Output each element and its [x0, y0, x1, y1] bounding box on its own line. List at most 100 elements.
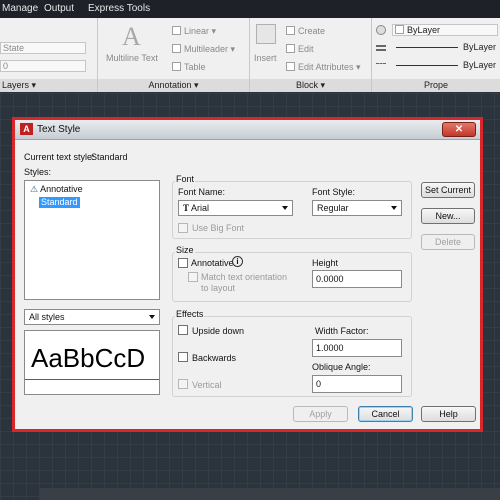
truetype-font-icon: Ƭ: [183, 203, 190, 213]
linear-button[interactable]: Linear ▾: [172, 26, 216, 37]
upside-down-label: Upside down: [192, 326, 245, 336]
delete-button[interactable]: Delete: [421, 234, 475, 250]
multileader-button[interactable]: Multileader ▾: [172, 44, 235, 55]
text-style-dialog: A Text Style ✕ Current text style: Stand…: [12, 117, 483, 432]
annotation-panel-title[interactable]: Annotation ▾: [98, 79, 249, 92]
vertical-checkbox[interactable]: [178, 379, 188, 389]
oblique-angle-input[interactable]: 0: [312, 375, 402, 393]
list-item-standard[interactable]: Standard: [39, 197, 80, 208]
tab-express-tools[interactable]: Express Tools: [88, 3, 150, 14]
chevron-down-icon: [282, 206, 288, 210]
properties-panel-title[interactable]: Prope: [372, 79, 500, 92]
font-style-value: Regular: [317, 203, 349, 213]
insert-button[interactable]: Insert: [254, 53, 277, 63]
dialog-title: Text Style: [37, 124, 81, 135]
set-current-button[interactable]: Set Current: [421, 182, 475, 198]
block-panel: Insert Create Edit Edit Attributes ▾ Blo…: [250, 18, 372, 92]
layer-combo[interactable]: 0: [0, 60, 86, 72]
multiline-text-icon[interactable]: A: [122, 22, 141, 52]
table-button[interactable]: Table: [172, 62, 206, 72]
use-big-font-checkbox[interactable]: [178, 223, 188, 233]
lineweight-icon: [376, 45, 386, 51]
new-button[interactable]: New...: [421, 208, 475, 224]
linetype-value: ByLayer: [462, 60, 496, 70]
linear-dimension-icon: [172, 26, 181, 35]
font-name-value: Arial: [191, 203, 210, 213]
create-label: Create: [298, 26, 326, 36]
linetype-combo[interactable]: ByLayer: [392, 60, 498, 72]
match-orientation-label-1: Match text orientation: [201, 272, 288, 282]
font-style-combo[interactable]: Regular: [312, 200, 402, 216]
style-preview: AaBbCcD: [24, 330, 160, 395]
list-item-label: Annotative: [40, 184, 83, 194]
annotative-icon: ⚠: [30, 184, 39, 194]
layers-panel-title[interactable]: Layers ▾: [0, 79, 97, 92]
match-orientation-label-2: to layout: [201, 283, 236, 293]
preview-baseline: [25, 379, 159, 380]
chevron-down-icon: [391, 206, 397, 210]
size-group-title: Size: [175, 245, 195, 255]
color-value: ByLayer: [407, 25, 441, 35]
layers-title: Layers: [2, 80, 30, 90]
properties-panel: ByLayer ByLayer ByLayer Prope: [372, 18, 500, 92]
color-combo[interactable]: ByLayer: [392, 24, 498, 36]
width-factor-label: Width Factor:: [315, 326, 369, 336]
match-orientation-checkbox[interactable]: [188, 272, 198, 282]
command-line[interactable]: [40, 488, 500, 500]
vertical-label: Vertical: [192, 380, 222, 390]
styles-filter-value: All styles: [29, 312, 65, 322]
edit-attributes-button[interactable]: Edit Attributes ▾: [286, 62, 361, 73]
create-block-icon: [286, 26, 295, 35]
multiline-text-button[interactable]: Multiline Text: [106, 53, 158, 63]
edit-attributes-label: Edit Attributes: [298, 62, 354, 72]
font-style-label: Font Style:: [312, 187, 356, 197]
dialog-titlebar[interactable]: A Text Style ✕: [15, 120, 480, 140]
backwards-label: Backwards: [192, 353, 237, 363]
annotative-label: Annotative: [191, 258, 234, 268]
multileader-label: Multileader: [184, 44, 229, 54]
current-style-label: Current text style:: [24, 152, 95, 162]
table-label: Table: [184, 62, 206, 72]
list-item-annotative[interactable]: ⚠ Annotative: [28, 184, 85, 195]
autocad-app-icon: A: [20, 123, 33, 135]
tab-manage[interactable]: Manage: [2, 3, 38, 14]
font-name-combo[interactable]: Ƭ Arial: [178, 200, 293, 216]
layers-panel: State 0 Layers ▾: [0, 18, 98, 92]
edit-label: Edit: [298, 44, 314, 54]
height-input[interactable]: 0.0000: [312, 270, 402, 288]
annotative-checkbox[interactable]: [178, 258, 188, 268]
linear-label: Linear: [184, 26, 210, 36]
ribbon-tab-bar: Manage Output Express Tools: [0, 0, 500, 18]
backwards-checkbox[interactable]: [178, 352, 188, 362]
upside-down-checkbox[interactable]: [178, 325, 188, 335]
apply-button[interactable]: Apply: [293, 406, 348, 422]
width-factor-input[interactable]: 1.0000: [312, 339, 402, 357]
styles-filter-combo[interactable]: All styles: [24, 309, 160, 325]
info-icon[interactable]: i: [232, 256, 243, 267]
lineweight-line: [396, 47, 458, 48]
preview-sample-text: AaBbCcD: [31, 343, 146, 373]
annotation-panel: A Multiline Text Linear ▾ Multileader ▾ …: [98, 18, 250, 92]
edit-attributes-icon: [286, 62, 295, 71]
table-icon: [172, 62, 181, 71]
create-block-button[interactable]: Create: [286, 26, 325, 36]
multileader-icon: [172, 44, 181, 53]
help-button[interactable]: Help: [421, 406, 476, 422]
block-title: Block: [295, 80, 318, 90]
cancel-button[interactable]: Cancel: [358, 406, 413, 422]
lineweight-value: ByLayer: [462, 42, 496, 52]
current-style-value: Standard: [91, 152, 128, 162]
match-properties-icon[interactable]: [376, 25, 386, 35]
layer-state-combo[interactable]: State: [0, 42, 86, 54]
lineweight-combo[interactable]: ByLayer: [392, 42, 498, 54]
edit-block-icon: [286, 44, 295, 53]
styles-list[interactable]: ⚠ Annotative Standard: [24, 180, 160, 300]
color-swatch-icon: [395, 25, 404, 34]
font-name-label: Font Name:: [178, 187, 226, 197]
edit-block-button[interactable]: Edit: [286, 44, 314, 54]
effects-group-title: Effects: [175, 309, 205, 319]
block-panel-title[interactable]: Block ▾: [250, 79, 371, 92]
tab-output[interactable]: Output: [44, 3, 74, 14]
close-button[interactable]: ✕: [442, 122, 476, 137]
insert-block-icon[interactable]: [256, 24, 276, 44]
